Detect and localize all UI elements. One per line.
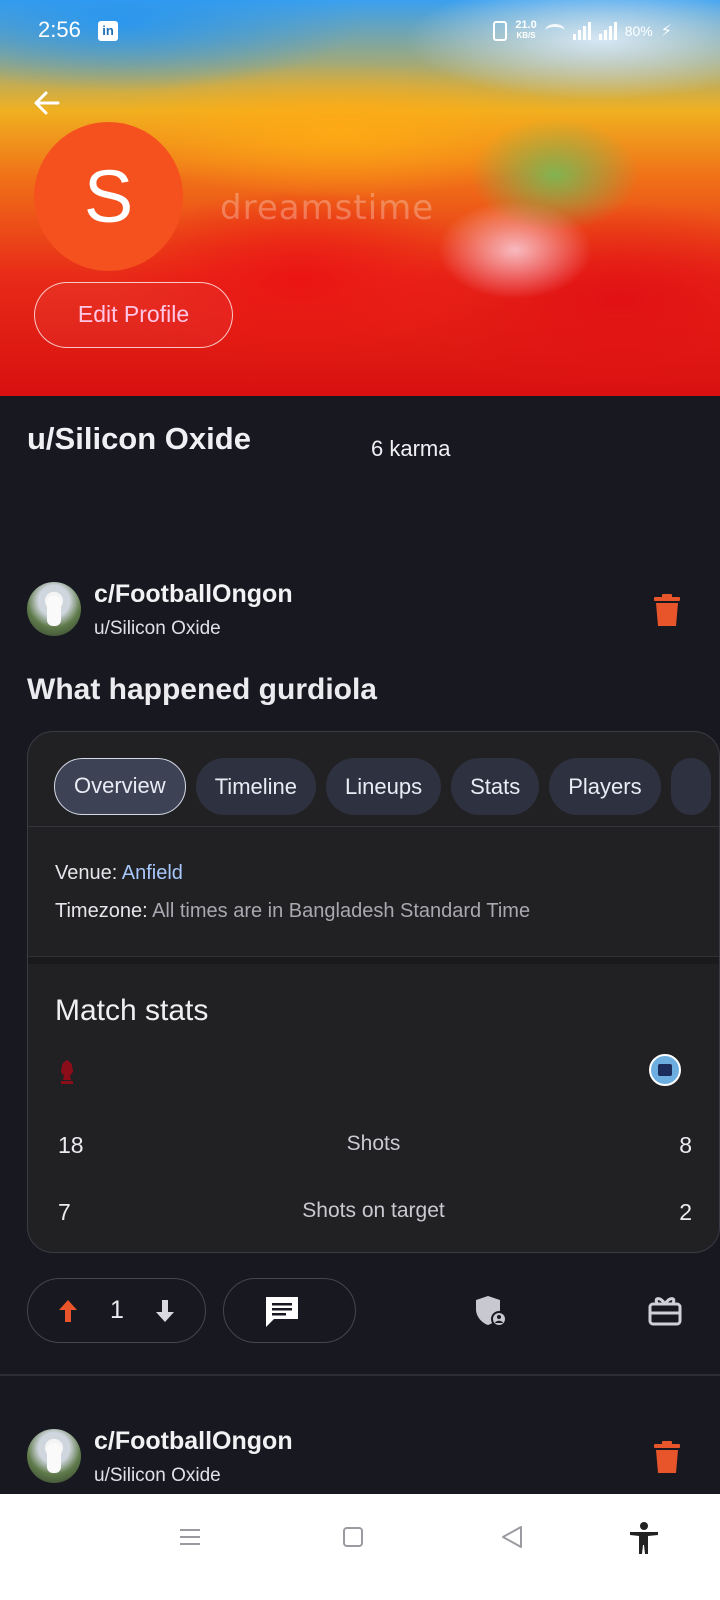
tab-divider xyxy=(28,826,719,827)
battery-level: 80% xyxy=(624,22,653,39)
tab-timeline[interactable]: Timeline xyxy=(195,758,317,815)
back-arrow-icon[interactable] xyxy=(30,86,64,120)
away-stat: 8 xyxy=(679,1132,692,1158)
status-time: 2:56 xyxy=(38,17,81,42)
comment-button[interactable] xyxy=(223,1278,356,1343)
away-stat: 2 xyxy=(679,1199,692,1225)
community-avatar[interactable] xyxy=(27,1429,81,1483)
tab-stats[interactable]: Stats xyxy=(451,758,540,815)
tab-lineups[interactable]: Lineups xyxy=(326,758,442,815)
home-square-icon[interactable] xyxy=(333,1518,373,1558)
timezone-value: All times are in Bangladesh Standard Tim… xyxy=(152,900,531,922)
stat-label: Shots xyxy=(346,1132,401,1155)
signal-icon-2 xyxy=(598,21,617,40)
upvote-icon[interactable] xyxy=(58,1299,78,1323)
stat-row: 7 Shots on target 2 xyxy=(28,1199,719,1229)
vote-count: 1 xyxy=(110,1296,124,1324)
comment-icon xyxy=(266,1297,298,1327)
community-avatar[interactable] xyxy=(27,582,81,636)
vote-pill: 1 xyxy=(27,1278,206,1343)
delete-icon[interactable] xyxy=(654,594,680,626)
system-nav-bar xyxy=(0,1494,720,1600)
net-speed: 21.0 KB/S xyxy=(515,20,536,41)
match-tabs: Overview Timeline Lineups Stats Players xyxy=(54,758,711,815)
award-gift-icon[interactable] xyxy=(648,1294,682,1326)
stat-row: 18 Shots 8 xyxy=(28,1132,719,1162)
venue-label: Venue: xyxy=(55,862,118,884)
edit-profile-button[interactable]: Edit Profile xyxy=(34,282,233,348)
net-speed-unit: KB/S xyxy=(516,31,536,40)
accessibility-icon[interactable] xyxy=(624,1518,664,1558)
away-team-crest-icon xyxy=(649,1054,681,1086)
timezone-line: Timezone: All times are in Bangladesh St… xyxy=(55,900,530,923)
venue-value[interactable]: Anfield xyxy=(122,862,183,884)
delete-icon[interactable] xyxy=(654,1441,680,1473)
profile-karma: 6 karma xyxy=(371,436,451,461)
net-speed-value: 21.0 xyxy=(515,19,537,31)
recents-menu-icon[interactable] xyxy=(170,1518,210,1558)
vibrate-icon xyxy=(493,20,508,41)
timezone-label: Timezone: xyxy=(55,900,148,922)
home-team-crest-icon xyxy=(60,1060,74,1084)
post-divider xyxy=(0,1374,720,1376)
post-community[interactable]: c/FootballOngon xyxy=(94,580,293,609)
venue-line: Venue: Anfield xyxy=(55,862,183,885)
stat-label: Shots on target xyxy=(302,1199,445,1222)
status-icons: 21.0 KB/S 80% ⚡ xyxy=(493,20,672,41)
downvote-icon[interactable] xyxy=(155,1299,175,1323)
section-divider xyxy=(28,956,719,964)
post-community[interactable]: c/FootballOngon xyxy=(94,1427,293,1456)
match-stats-title: Match stats xyxy=(55,994,209,1027)
tab-overview[interactable]: Overview xyxy=(54,758,186,815)
profile-username: u/Silicon Oxide xyxy=(27,421,251,456)
wifi-icon xyxy=(544,23,565,38)
tab-players[interactable]: Players xyxy=(549,758,661,815)
post-author[interactable]: u/Silicon Oxide xyxy=(94,618,221,640)
status-bar: 2:56 in 21.0 KB/S 80% ⚡ xyxy=(0,0,720,60)
post-title[interactable]: What happened gurdiola xyxy=(27,673,377,707)
match-embed-card[interactable]: Overview Timeline Lineups Stats Players … xyxy=(27,731,720,1253)
back-triangle-icon[interactable] xyxy=(493,1518,533,1558)
moderator-shield-icon[interactable] xyxy=(474,1294,508,1328)
profile-avatar[interactable]: S xyxy=(34,122,183,271)
linkedin-icon: in xyxy=(98,21,118,41)
banner-watermark: dreamstime xyxy=(220,188,435,228)
tab-more[interactable] xyxy=(670,758,711,815)
post-author[interactable]: u/Silicon Oxide xyxy=(94,1465,221,1487)
charging-icon: ⚡ xyxy=(660,22,672,40)
signal-icon-1 xyxy=(572,21,591,40)
